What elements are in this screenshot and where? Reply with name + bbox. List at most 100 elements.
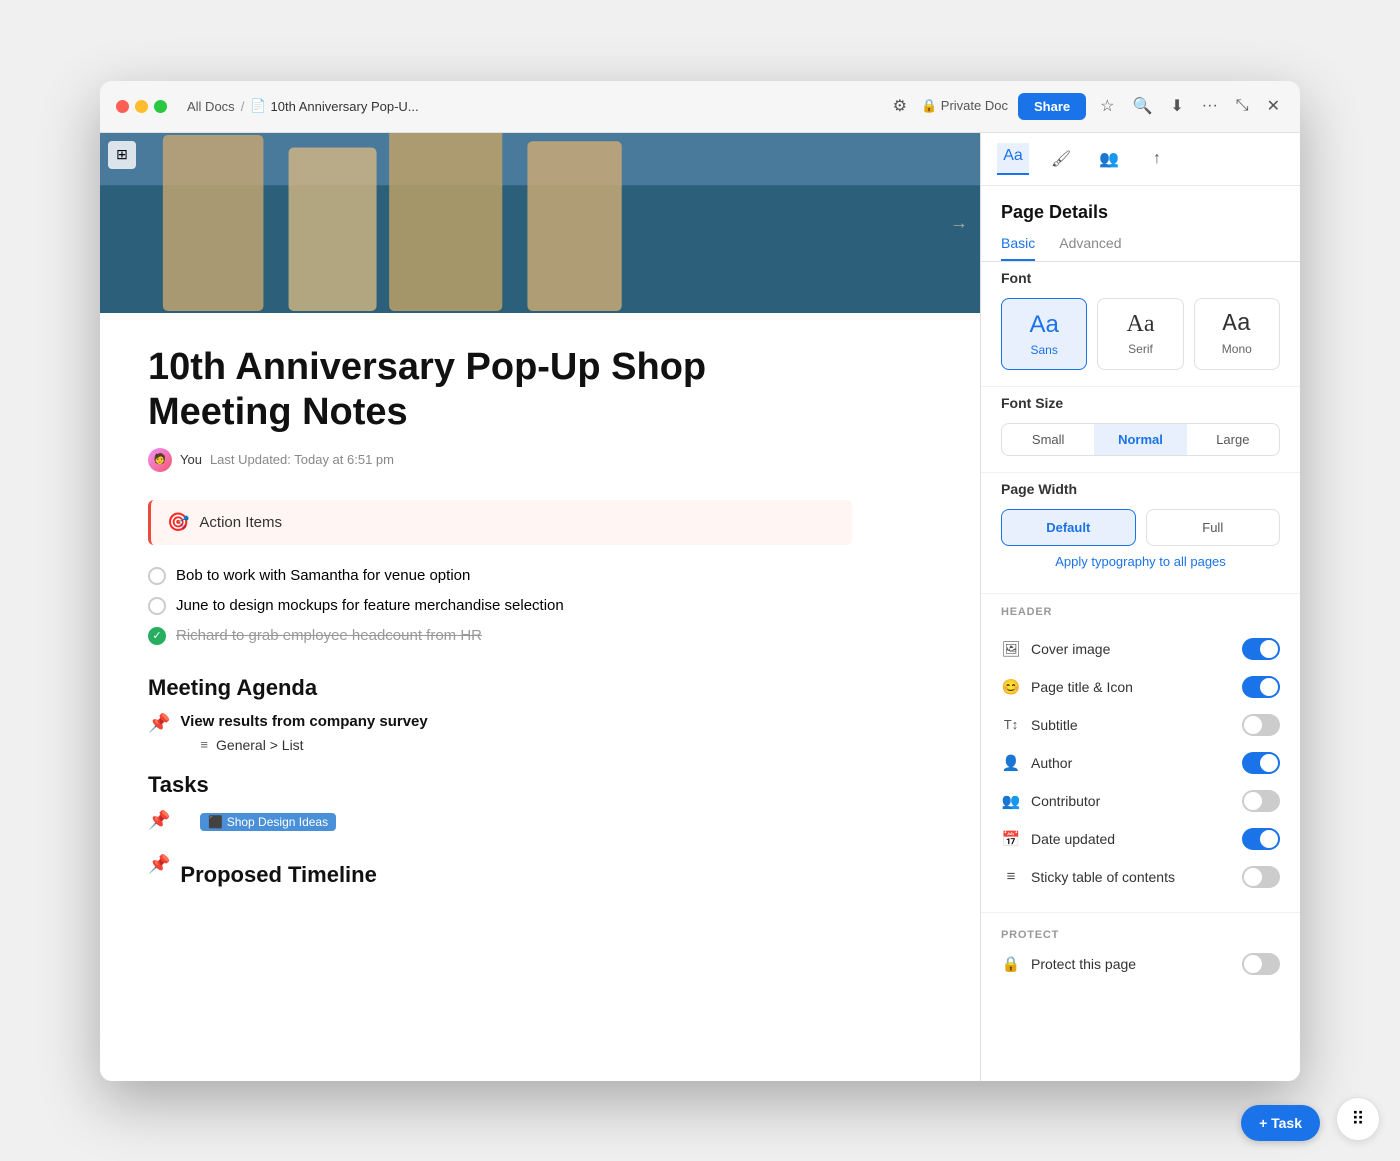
- agenda-item-3: 📌 Proposed Timeline: [148, 854, 852, 900]
- meeting-agenda-heading: Meeting Agenda: [148, 675, 852, 701]
- more-icon[interactable]: ···: [1198, 93, 1222, 119]
- width-option-full[interactable]: Full: [1146, 509, 1281, 546]
- font-option-serif[interactable]: Aa Serif: [1097, 298, 1183, 370]
- task-checkbox-3[interactable]: ✓: [148, 627, 166, 645]
- right-panel: Aa 🖌 👥 ↑ Page Details Basic Advanced Fon…: [980, 133, 1300, 1081]
- agenda-item-1: 📌 View results from company survey ≡ Gen…: [148, 713, 852, 756]
- doc-title: 10th Anniversary Pop-Up Shop Meeting Not…: [148, 345, 852, 436]
- db-tag: ⬛ Shop Design Ideas: [200, 813, 336, 831]
- avatar: 🧑: [148, 448, 172, 472]
- font-label-mono: Mono: [1203, 342, 1271, 356]
- tab-basic[interactable]: Basic: [1001, 235, 1035, 261]
- subtitle-toggle[interactable]: [1242, 714, 1280, 736]
- basic-advanced-tabs: Basic Advanced: [981, 231, 1300, 262]
- sidebar-toggle-button[interactable]: ⊞: [108, 141, 136, 169]
- font-aa-serif: Aa: [1106, 311, 1174, 338]
- subtitle-icon: T↕: [1001, 717, 1021, 732]
- tab-advanced[interactable]: Advanced: [1059, 235, 1121, 261]
- task-checkbox-1[interactable]: [148, 567, 166, 585]
- title-bar: All Docs / 📄 10th Anniversary Pop-U... ⚙…: [100, 81, 1300, 133]
- author-toggle[interactable]: [1242, 752, 1280, 774]
- apply-typography-link[interactable]: Apply typography to all pages: [1001, 546, 1280, 577]
- cover-image-toggle[interactable]: [1242, 638, 1280, 660]
- app-window: All Docs / 📄 10th Anniversary Pop-U... ⚙…: [100, 81, 1300, 1081]
- toggle-page-title: 😊 Page title & Icon: [1001, 668, 1280, 706]
- maximize-button[interactable]: [154, 100, 167, 113]
- settings-icon[interactable]: ⚙: [889, 92, 911, 120]
- toggle-contributor: 👥 Contributor: [1001, 782, 1280, 820]
- callout-icon: 🎯: [167, 512, 189, 533]
- font-label-serif: Serif: [1106, 342, 1174, 356]
- toggle-protect-page: 🔒 Protect this page: [1001, 945, 1280, 983]
- toggle-author: 👤 Author: [1001, 744, 1280, 782]
- toggle-subtitle: T↕ Subtitle: [1001, 706, 1280, 744]
- toggle-sticky-toc: ≡ Sticky table of contents: [1001, 858, 1280, 896]
- close-button[interactable]: [116, 100, 129, 113]
- callout-text: Action Items: [199, 514, 282, 531]
- traffic-lights: [116, 100, 167, 113]
- contributor-icon: 👥: [1001, 792, 1021, 810]
- star-icon[interactable]: ☆: [1096, 92, 1118, 120]
- font-option-mono[interactable]: Aa Mono: [1194, 298, 1280, 370]
- task-item: ✓ Richard to grab employee headcount fro…: [148, 621, 852, 651]
- author-icon: 👤: [1001, 754, 1021, 772]
- contributor-toggle[interactable]: [1242, 790, 1280, 812]
- task-item: June to design mockups for feature merch…: [148, 591, 852, 621]
- agenda-icon-2: 📌: [148, 810, 170, 831]
- cover-image-icon: 🖼: [1001, 640, 1021, 658]
- task-text-1: Bob to work with Samantha for venue opti…: [176, 567, 470, 584]
- title-bar-actions: ⚙ 🔒 Private Doc Share ☆ 🔍 ⬇ ··· ⤡ ✕: [889, 92, 1284, 120]
- sub-item-text-1: General > List: [216, 737, 304, 753]
- font-options: Aa Sans Aa Serif Aa Mono: [1001, 298, 1280, 370]
- subtitle-label: Subtitle: [1031, 717, 1078, 733]
- task-fab-button[interactable]: + Task: [1241, 1105, 1320, 1141]
- cover-image: ⊞ →: [100, 133, 980, 313]
- font-size-section: Font Size Small Normal Large: [981, 387, 1300, 473]
- arrow-down-icon[interactable]: ⬇: [1166, 92, 1187, 120]
- panel-title: Page Details: [1001, 202, 1280, 223]
- minimize-icon[interactable]: ⤡: [1232, 93, 1253, 119]
- task-text-2: June to design mockups for feature merch…: [176, 597, 564, 614]
- agenda-title-1: View results from company survey: [180, 713, 427, 730]
- share-button[interactable]: Share: [1018, 93, 1086, 120]
- doc-area: ⊞ → 10th Anniversary Pop-Up Shop Meeting…: [100, 133, 980, 1081]
- agenda-content-2: ⬛ Shop Design Ideas: [180, 810, 336, 834]
- size-option-small[interactable]: Small: [1002, 424, 1094, 455]
- date-updated-toggle[interactable]: [1242, 828, 1280, 850]
- task-item: Bob to work with Samantha for venue opti…: [148, 561, 852, 591]
- agenda-item-2: 📌 ⬛ Shop Design Ideas: [148, 810, 852, 834]
- width-option-default[interactable]: Default: [1001, 509, 1136, 546]
- page-title-icon: 😊: [1001, 678, 1021, 696]
- panel-tab-brush-icon[interactable]: 🖌: [1045, 143, 1077, 175]
- protect-section-label: PROTECT: [1001, 921, 1280, 941]
- date-updated-label: Date updated: [1031, 831, 1115, 847]
- panel-header: Page Details: [981, 186, 1300, 231]
- font-aa-mono: Aa: [1203, 311, 1271, 338]
- main-content: ⊞ → 10th Anniversary Pop-Up Shop Meeting…: [100, 133, 1300, 1081]
- author-label: Author: [1031, 755, 1072, 771]
- panel-tab-export-icon[interactable]: ↑: [1141, 143, 1173, 175]
- search-icon[interactable]: 🔍: [1128, 92, 1156, 120]
- task-checkbox-2[interactable]: [148, 597, 166, 615]
- sub-item-2: ⬛ Shop Design Ideas: [200, 810, 336, 834]
- font-option-sans[interactable]: Aa Sans: [1001, 298, 1087, 370]
- apps-button[interactable]: ⠿: [1336, 1097, 1380, 1141]
- list-icon: ≡: [200, 737, 208, 752]
- panel-tab-text-icon[interactable]: Aa: [997, 143, 1029, 175]
- panel-tab-people-icon[interactable]: 👥: [1093, 143, 1125, 175]
- font-label-sans: Sans: [1010, 343, 1078, 357]
- size-option-normal[interactable]: Normal: [1094, 424, 1186, 455]
- protect-section: PROTECT 🔒 Protect this page: [981, 913, 1300, 999]
- toggle-date-updated: 📅 Date updated: [1001, 820, 1280, 858]
- breadcrumb-all-docs[interactable]: All Docs: [187, 99, 235, 114]
- sticky-toc-label: Sticky table of contents: [1031, 869, 1175, 885]
- date-updated-icon: 📅: [1001, 830, 1021, 848]
- minimize-button[interactable]: [135, 100, 148, 113]
- page-title-toggle[interactable]: [1242, 676, 1280, 698]
- protect-page-toggle[interactable]: [1242, 953, 1280, 975]
- callout-block: 🎯 Action Items: [148, 500, 852, 545]
- sticky-toc-toggle[interactable]: [1242, 866, 1280, 888]
- size-option-large[interactable]: Large: [1187, 424, 1279, 455]
- close-icon[interactable]: ✕: [1263, 92, 1284, 120]
- breadcrumb-doc-name[interactable]: 📄 10th Anniversary Pop-U...: [250, 98, 418, 114]
